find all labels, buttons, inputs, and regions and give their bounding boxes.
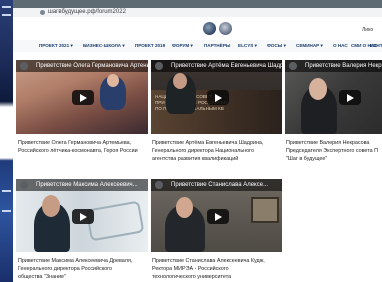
nav-item-partners[interactable]: ПАРТНЁРЫ bbox=[204, 40, 230, 52]
caption-line: Генерального директора Национального bbox=[152, 148, 255, 154]
caption-line: Приветствие Максима Алексеевича Древаля, bbox=[18, 258, 133, 264]
nav-item-project-2021[interactable]: ПРОЕКТ 2021 ▾ bbox=[39, 40, 73, 52]
video-caption[interactable]: Приветствие Максима Алексеевича Древаля,… bbox=[18, 257, 148, 281]
video-title-overlay[interactable]: Приветствие Валерия Некрасова bbox=[285, 60, 382, 72]
site-header bbox=[13, 17, 382, 39]
caption-line: Генерального директора Российского bbox=[18, 266, 112, 272]
nav-item-elcys[interactable]: ELCYS ▾ bbox=[238, 40, 257, 52]
video-caption[interactable]: Приветствие Артёма Евгеньевича Шадрина, … bbox=[152, 139, 282, 163]
video-title-overlay[interactable]: Приветствие Артёма Евгеньевича Шадрина..… bbox=[151, 60, 282, 72]
partner-logo[interactable] bbox=[219, 22, 232, 35]
video-thumbnail[interactable]: Приветствие Олега Германовича Артеньева.… bbox=[16, 60, 148, 134]
video-caption[interactable]: Приветствие Станислава Алексеевича Кудж,… bbox=[152, 257, 282, 281]
video-thumbnail[interactable]: НАЦИОНАЛЬНЫЙ СОВЕТ ПРИ ПРЕЗИДЕНТЕ РОССИЙ… bbox=[151, 60, 282, 134]
nav-item-seminar[interactable]: СЕМИНАР ▾ bbox=[296, 40, 323, 52]
caption-line: Приветствие Станислава Алексеевича Кудж, bbox=[152, 258, 265, 264]
site-logo[interactable] bbox=[203, 22, 216, 35]
caption-line: Приветствие Валерия Некрасова bbox=[286, 140, 370, 146]
face-shape bbox=[42, 195, 60, 217]
caption-line: Председателя Экспертного совета П bbox=[286, 148, 379, 154]
nav-item-project-2019[interactable]: ПРОЕКТ 2019 bbox=[135, 40, 165, 52]
nav-item-fosy[interactable]: ФОСЫ ▾ bbox=[267, 40, 286, 52]
play-button-icon[interactable] bbox=[339, 90, 361, 105]
video-caption[interactable]: Приветствие Олега Германовича Артемьева,… bbox=[18, 139, 148, 155]
left-decorative-strip bbox=[0, 0, 13, 282]
caption-line: Российского лётчика-космонавта, Героя Ро… bbox=[18, 148, 138, 154]
video-title-overlay[interactable]: Приветствие Станислава Алексе... bbox=[151, 179, 282, 191]
strip-mark bbox=[2, 210, 11, 212]
nav-item-business-school[interactable]: БИЗНЕС-ШКОЛА ▾ bbox=[83, 40, 125, 52]
face-shape bbox=[173, 73, 187, 89]
play-button-icon[interactable] bbox=[72, 209, 94, 224]
video-title-overlay[interactable]: Приветствие Максима Алексеевич... bbox=[16, 179, 148, 191]
caption-line: "Шаг в будущее" bbox=[286, 156, 328, 162]
browser-top-bar bbox=[13, 0, 382, 8]
strip-mark bbox=[2, 190, 11, 192]
caption-line: Приветствие Олега Германовича Артемьева, bbox=[18, 140, 132, 146]
play-button-icon[interactable] bbox=[72, 90, 94, 105]
video-thumbnail[interactable]: Приветствие Максима Алексеевич... bbox=[16, 179, 148, 252]
caption-line: Приветствие Артёма Евгеньевича Шадрина, bbox=[152, 140, 264, 146]
strip-mark bbox=[2, 6, 11, 8]
caption-line: Ректора МИРЭА - Российского bbox=[152, 266, 229, 272]
wall-frame bbox=[251, 197, 279, 223]
face-shape bbox=[309, 78, 327, 100]
video-caption[interactable]: Приветствие Валерия Некрасова Председате… bbox=[286, 139, 382, 163]
nav-item-about[interactable]: О НАС bbox=[333, 40, 348, 52]
face-shape bbox=[176, 197, 193, 218]
video-thumbnail[interactable]: Приветствие Валерия Некрасова bbox=[285, 60, 382, 134]
address-url[interactable]: шагвбудущее.рф/forum2022 bbox=[48, 8, 126, 17]
nav-item-contacts[interactable]: КОНТ bbox=[370, 40, 382, 52]
caption-line: общества "Знание" bbox=[18, 274, 66, 280]
play-button-icon[interactable] bbox=[207, 90, 229, 105]
video-thumbnail[interactable]: Приветствие Станислава Алексе... bbox=[151, 179, 282, 252]
video-title-overlay[interactable]: Приветствие Олега Германовича Артеньева.… bbox=[16, 60, 148, 72]
lock-icon bbox=[40, 10, 45, 15]
header-user-name[interactable]: Лико bbox=[362, 27, 373, 33]
face-shape bbox=[107, 74, 119, 87]
play-button-icon[interactable] bbox=[207, 209, 229, 224]
nav-item-forum[interactable]: ФОРУМ ▾ bbox=[172, 40, 193, 52]
caption-line: агентства развития квалификаций bbox=[152, 156, 239, 162]
strip-mark bbox=[2, 14, 11, 16]
caption-line: технологического университета bbox=[152, 274, 232, 280]
